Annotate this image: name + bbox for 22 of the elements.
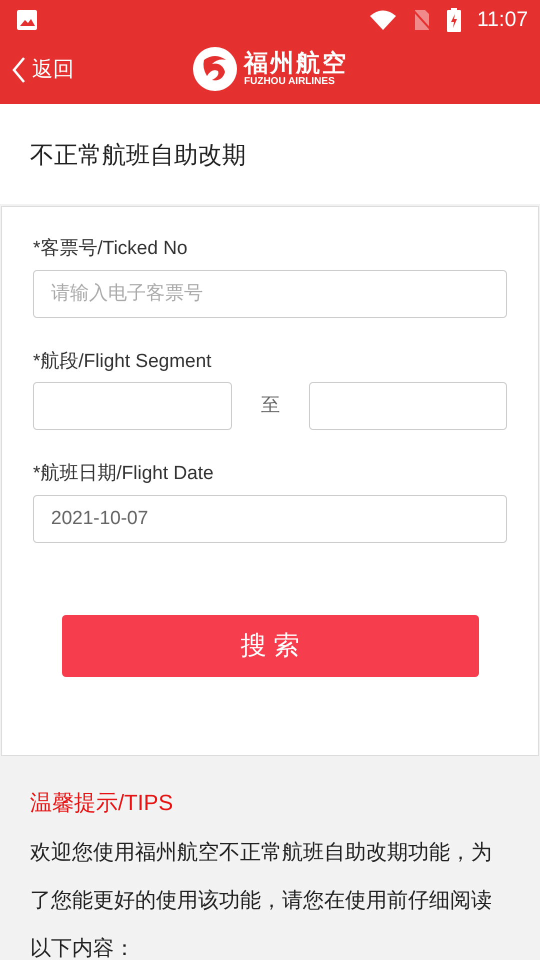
separator-label: 至 xyxy=(260,394,281,418)
input-field[interactable]: 2021-10-07 xyxy=(33,494,507,542)
logo-subtitle: FUZHOU AIRLINES xyxy=(244,77,336,88)
wifi-icon xyxy=(369,9,397,31)
field-label: *航段/Flight Segment xyxy=(33,350,212,374)
input-field[interactable]: 请输入电子客票号 xyxy=(33,270,507,318)
input-field[interactable] xyxy=(33,382,232,430)
battery-charging-icon xyxy=(447,8,461,32)
field-label: *客票号/Ticked No xyxy=(33,237,188,261)
back-button[interactable]: 返回 xyxy=(12,54,74,86)
logo-icon xyxy=(192,46,238,92)
image-icon xyxy=(16,9,38,31)
status-time: 11:07 xyxy=(477,7,528,34)
logo-name: 福州航空 xyxy=(244,50,348,77)
input-field[interactable] xyxy=(309,382,507,430)
search-button[interactable]: 搜 索 xyxy=(62,614,478,676)
tips-title: 温馨提示/TIPS xyxy=(30,789,174,817)
page-title: 不正常航班自助改期 xyxy=(30,141,247,171)
tips-text: 欢迎您使用福州航空不正常航班自助改期功能，为了您能更好的使用该功能，请您在使用前仔细阅读以下内容： xyxy=(30,840,493,960)
chevron-left-icon xyxy=(12,56,26,84)
field-label: *航班日期/Flight Date xyxy=(33,462,215,486)
no-sim-icon xyxy=(413,9,431,31)
